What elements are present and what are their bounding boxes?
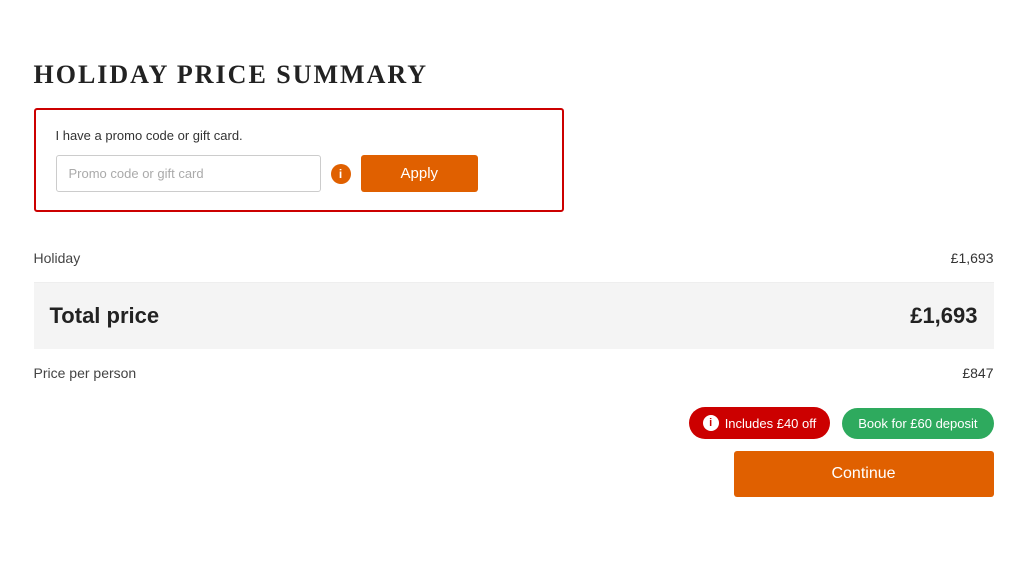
main-container: HOLIDAY PRICE SUMMARY I have a promo cod… <box>34 60 994 497</box>
promo-input-row: i Apply <box>56 155 542 192</box>
holiday-label: Holiday <box>34 250 81 266</box>
continue-row: Continue <box>34 451 994 497</box>
discount-info-icon: i <box>703 415 719 431</box>
holiday-price-row: Holiday £1,693 <box>34 234 994 283</box>
continue-button[interactable]: Continue <box>734 451 994 497</box>
total-value: £1,693 <box>910 303 977 329</box>
holiday-value: £1,693 <box>951 250 994 266</box>
discount-badge: i Includes £40 off <box>689 407 831 439</box>
discount-badge-label: Includes £40 off <box>725 416 817 431</box>
total-label: Total price <box>50 303 160 329</box>
promo-section: I have a promo code or gift card. i Appl… <box>34 108 564 212</box>
promo-code-input[interactable] <box>56 155 321 192</box>
apply-button[interactable]: Apply <box>361 155 479 192</box>
per-person-label: Price per person <box>34 365 137 381</box>
per-person-row: Price per person £847 <box>34 349 994 397</box>
total-price-row: Total price £1,693 <box>34 283 994 349</box>
promo-label: I have a promo code or gift card. <box>56 128 542 143</box>
deposit-badge[interactable]: Book for £60 deposit <box>842 408 993 439</box>
action-row: i Includes £40 off Book for £60 deposit <box>34 397 994 451</box>
per-person-value: £847 <box>962 365 993 381</box>
promo-info-icon[interactable]: i <box>331 164 351 184</box>
page-title: HOLIDAY PRICE SUMMARY <box>34 60 994 90</box>
